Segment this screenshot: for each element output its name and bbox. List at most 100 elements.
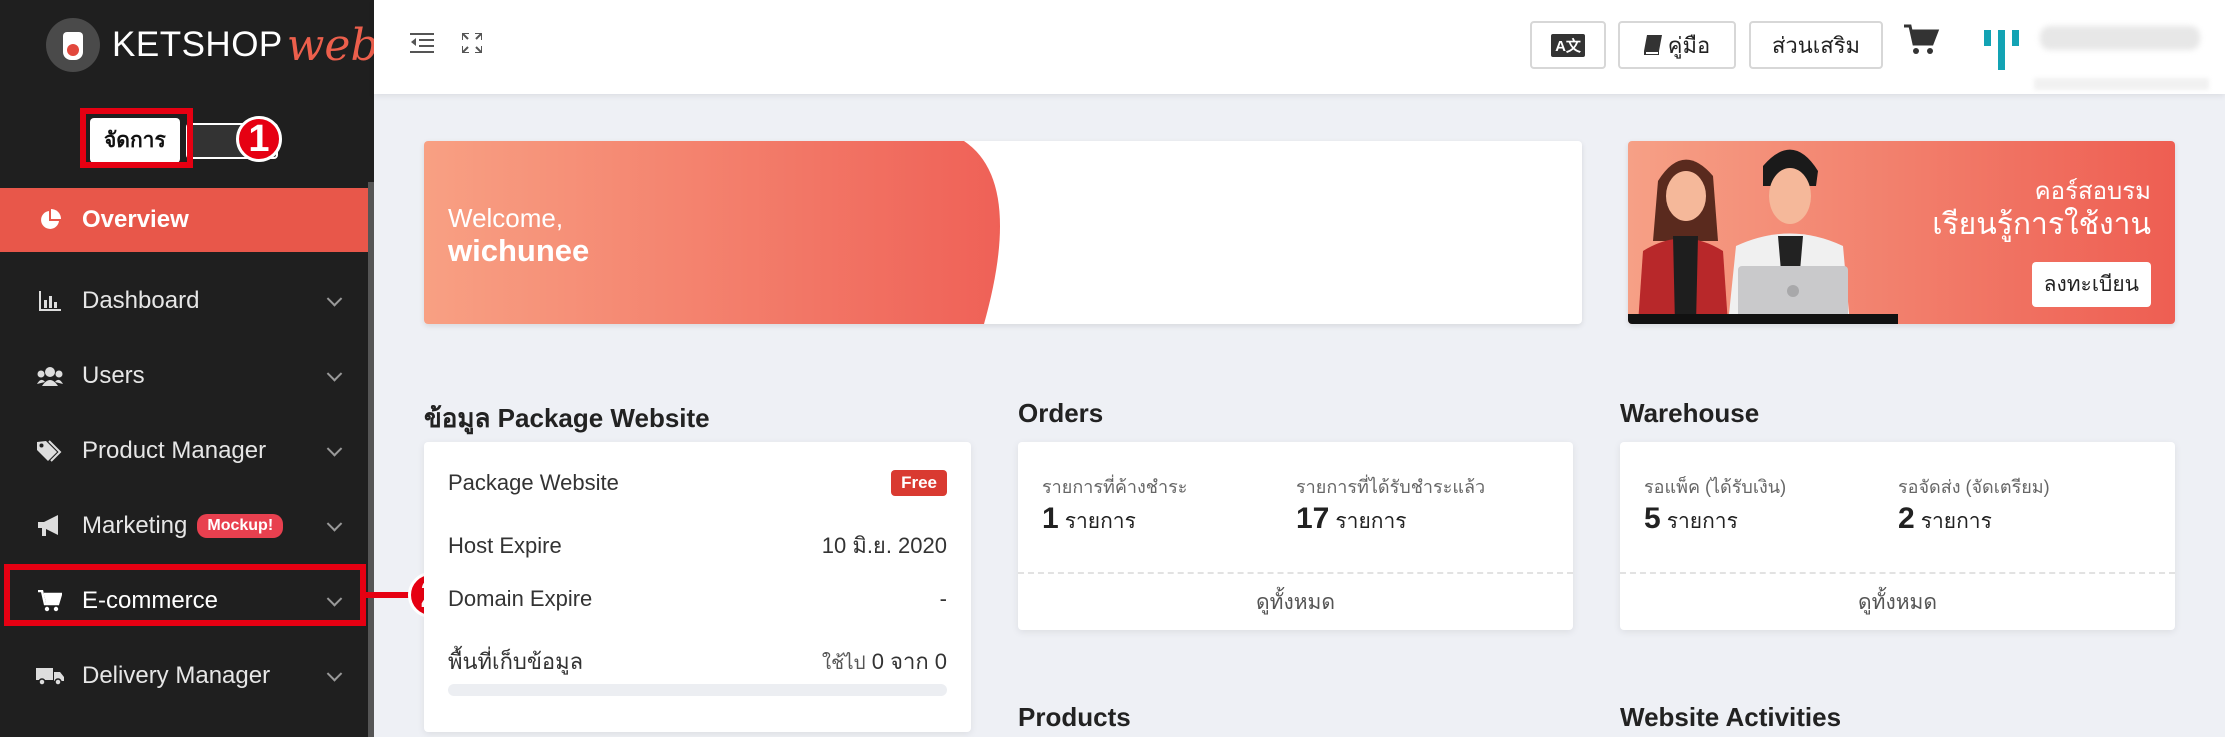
sidebar-item-dashboard[interactable]: Dashboard (0, 263, 368, 338)
pending-payment-count: 1 (1042, 502, 1059, 535)
orders-card: รายการที่ค้างชำระ 1 รายการ รายการที่ได้รั… (1018, 442, 1573, 630)
course-banner: คอร์สอบรม เรียนรู้การใช้งาน ลงทะเบียน (1628, 141, 2175, 324)
sidebar-item-overview[interactable]: Overview (0, 188, 368, 252)
chevron-down-icon (326, 290, 343, 307)
warehouse-view-all-link[interactable]: ดูทั้งหมด (1620, 586, 2175, 619)
storage-label: พื้นที่เก็บข้อมูล (448, 649, 584, 674)
sidebar-item-label: Overview (82, 206, 189, 233)
chevron-down-icon (326, 665, 343, 682)
storage-progress-bar (448, 684, 947, 696)
sidebar-item-label: Marketing (82, 511, 188, 539)
sidebar-item-label: Dashboard (82, 286, 200, 314)
brand-logo-icon (46, 18, 100, 72)
brand-logo[interactable]: KETSHOP web (46, 18, 374, 72)
awaiting-pack-count: 5 (1644, 502, 1661, 535)
welcome-username: wichunee (448, 233, 590, 268)
addons-button[interactable]: ส่วนเสริม (1749, 21, 1883, 69)
warehouse-card: รอแพ็ค (ได้รับเงิน) 5 รายการ รอจัดส่ง (จั… (1620, 442, 2175, 630)
warehouse-divider (1620, 572, 2175, 574)
welcome-banner: Welcome, wichunee (424, 141, 1582, 324)
highlight-box-2 (4, 564, 366, 626)
pie-chart-icon (36, 208, 64, 232)
products-section-title: Products (1018, 702, 1131, 732)
package-row-label: Package Website (448, 470, 619, 495)
sidebar-item-product-manager[interactable]: Product Manager (0, 413, 368, 488)
user-name-redacted[interactable] (2040, 26, 2200, 50)
sidebar-scrollbar[interactable] (368, 182, 374, 737)
users-icon (36, 364, 64, 388)
step-1-callout: 1 (236, 116, 282, 162)
user-info-redacted (2034, 78, 2209, 90)
domain-expire-label: Domain Expire (448, 586, 593, 611)
chevron-down-icon (326, 365, 343, 382)
orders-section-title: Orders (1018, 398, 1104, 428)
awaiting-ship-unit: รายการ (1920, 510, 1992, 533)
sidebar-item-marketing[interactable]: Marketing Mockup! (0, 488, 368, 563)
brand-name: KETSHOP (112, 25, 283, 64)
sidebar: KETSHOP web จัดการ 1 Overview Dashboard … (0, 0, 374, 737)
tags-icon (36, 439, 64, 463)
paid-count: 17 (1296, 502, 1330, 535)
fullscreen-icon[interactable] (461, 32, 483, 60)
domain-expire-row: Domain Expire - (448, 586, 947, 612)
package-section-title: ข้อมูล Package Website (424, 403, 710, 433)
manual-label: คู่มือ (1667, 32, 1711, 58)
storage-prefix: ใช้ไป (821, 653, 866, 674)
awaiting-ship-value: 2 รายการ (1898, 502, 1992, 538)
domain-expire-value: - (939, 586, 947, 611)
website-activities-section-title: Website Activities (1620, 702, 1842, 732)
translate-icon: A文 (1551, 33, 1585, 57)
awaiting-ship-label: รอจัดส่ง (จัดเตรียม) (1898, 477, 2050, 497)
host-expire-value: 10 มิ.ย. 2020 (821, 533, 947, 558)
sidebar-nav: Overview Dashboard Users Product Manager (0, 188, 368, 713)
pending-payment-label: รายการที่ค้างชำระ (1042, 477, 1188, 497)
host-expire-row: Host Expire 10 มิ.ย. 2020 (448, 528, 947, 563)
truck-icon (36, 664, 64, 688)
host-expire-label: Host Expire (448, 532, 562, 558)
storage-value-wrap: ใช้ไป 0 จาก 0 (822, 644, 947, 679)
pending-payment-unit: รายการ (1064, 510, 1136, 533)
addons-label: ส่วนเสริม (1771, 32, 1861, 58)
brand-name-suffix: web (286, 19, 374, 71)
translate-button[interactable]: A文 (1530, 21, 1606, 69)
orders-view-all-link[interactable]: ดูทั้งหมด (1018, 586, 1573, 619)
chevron-down-icon (326, 440, 343, 457)
orders-divider (1018, 572, 1573, 574)
package-card: Package Website Free Host Expire 10 มิ.ย… (424, 442, 971, 732)
storage-row: พื้นที่เก็บข้อมูล ใช้ไป 0 จาก 0 (448, 644, 947, 679)
warehouse-section-title: Warehouse (1620, 398, 1760, 428)
megaphone-icon (36, 514, 64, 538)
awaiting-pack-unit: รายการ (1666, 510, 1738, 533)
highlight-connector (366, 592, 412, 598)
pending-payment-value: 1 รายการ (1042, 502, 1136, 538)
sidebar-item-delivery-manager[interactable]: Delivery Manager (0, 638, 368, 713)
bar-chart-icon (36, 289, 64, 313)
welcome-banner-art (424, 141, 1000, 324)
shopping-cart-icon[interactable] (1904, 22, 1940, 58)
paid-unit: รายการ (1335, 510, 1407, 533)
course-illustration (1628, 149, 1898, 324)
awaiting-pack-label: รอแพ็ค (ได้รับเงิน) (1644, 477, 1787, 497)
course-title: เรียนรู้การใช้งาน (1932, 208, 2151, 241)
sidebar-item-label: Users (82, 361, 145, 389)
register-button[interactable]: ลงทะเบียน (2031, 262, 2151, 307)
manual-button[interactable]: คู่มือ (1618, 21, 1736, 69)
awaiting-ship-count: 2 (1898, 502, 1915, 535)
book-icon (1643, 35, 1662, 55)
free-badge: Free (891, 470, 947, 496)
sidebar-item-users[interactable]: Users (0, 338, 368, 413)
package-row: Package Website Free (448, 470, 947, 496)
paid-label: รายการที่ได้รับชำระแล้ว (1296, 477, 1486, 497)
user-avatar[interactable] (1984, 24, 2030, 70)
highlight-box-1 (80, 108, 193, 168)
welcome-greeting: Welcome, (448, 203, 564, 233)
sidebar-item-label: Product Manager (82, 436, 267, 464)
paid-value: 17 รายการ (1296, 502, 1407, 538)
mockup-badge: Mockup! (197, 513, 284, 538)
sidebar-item-label: Delivery Manager (82, 661, 271, 689)
storage-value: 0 จาก 0 (871, 649, 947, 674)
chevron-down-icon (326, 515, 343, 532)
awaiting-pack-value: 5 รายการ (1644, 502, 1738, 538)
top-header: A文 คู่มือ ส่วนเสริม (374, 0, 2225, 94)
indent-toggle-icon[interactable] (410, 32, 434, 60)
